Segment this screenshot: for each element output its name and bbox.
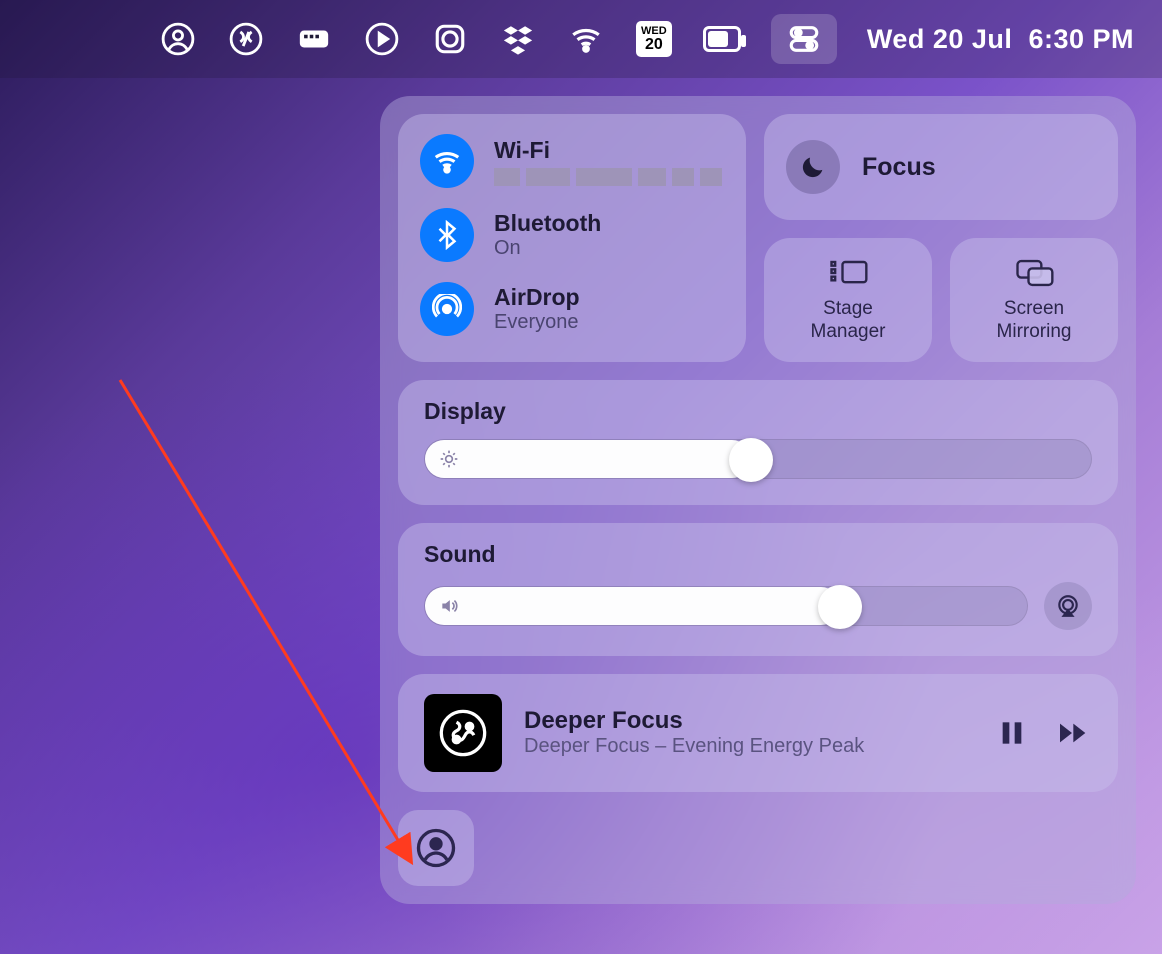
control-center-panel: Wi-Fi Bluetooth On [380,96,1136,904]
wifi-icon [420,134,474,188]
wifi-row[interactable]: Wi-Fi [420,134,724,188]
menu-date: Wed 20 Jul [867,24,1013,54]
app-menu-icon[interactable] [227,20,265,58]
calendar-menu-icon[interactable]: WED20 [635,20,673,58]
sound-label: Sound [424,541,1092,568]
menu-bar: WED20 Wed 20 Jul 6:30 PM [0,0,1162,78]
screen-mirroring-icon [1012,256,1056,290]
focus-label: Focus [862,153,936,182]
stage-manager-tile[interactable]: Stage Manager [764,238,932,362]
media-subtitle: Deeper Focus – Evening Energy Peak [524,735,974,758]
airdrop-row[interactable]: AirDrop Everyone [420,282,724,336]
sound-tile[interactable]: Sound [398,523,1118,656]
media-title: Deeper Focus [524,707,974,735]
screen-mirroring-tile[interactable]: Screen Mirroring [950,238,1118,362]
pause-button[interactable] [996,717,1028,749]
control-center-menu-icon[interactable] [771,14,837,64]
bluetooth-row[interactable]: Bluetooth On [420,208,724,262]
album-art [424,694,502,772]
dropbox-menu-icon[interactable] [499,20,537,58]
stage-manager-label: Stage Manager [811,298,886,344]
wifi-title: Wi-Fi [494,137,722,164]
airplay-audio-button[interactable] [1044,582,1092,630]
accessibility-shortcuts-tile[interactable] [398,810,474,886]
bluetooth-icon [420,208,474,262]
bluetooth-title: Bluetooth [494,210,601,237]
volume-slider[interactable] [424,586,1028,626]
display-tile[interactable]: Display [398,380,1118,505]
calendar-day: WED [641,26,667,37]
user-menu-icon[interactable] [159,20,197,58]
bluetooth-status: On [494,237,601,260]
brightness-slider[interactable] [424,439,1092,479]
airdrop-icon [420,282,474,336]
wifi-network-redacted [494,168,722,186]
focus-tile[interactable]: Focus [764,114,1118,220]
connectivity-tile[interactable]: Wi-Fi Bluetooth On [398,114,746,362]
battery-menu-icon[interactable] [703,20,741,58]
airdrop-title: AirDrop [494,284,580,311]
wifi-menu-icon[interactable] [567,20,605,58]
screen-mirroring-label: Screen Mirroring [997,298,1072,344]
stage-manager-icon [826,256,870,290]
play-menu-icon[interactable] [363,20,401,58]
display-label: Display [424,398,1092,425]
menu-time: 6:30 PM [1028,24,1134,54]
menu-datetime[interactable]: Wed 20 Jul 6:30 PM [867,24,1134,55]
airdrop-status: Everyone [494,311,580,334]
volume-icon [439,596,459,616]
brightness-icon [439,449,459,469]
now-playing-tile[interactable]: Deeper Focus Deeper Focus – Evening Ener… [398,674,1118,792]
keyboard-input-icon[interactable] [295,20,333,58]
next-track-button[interactable] [1052,717,1092,749]
moon-icon [786,140,840,194]
calendar-num: 20 [645,37,663,53]
screenshot-menu-icon[interactable] [431,20,469,58]
